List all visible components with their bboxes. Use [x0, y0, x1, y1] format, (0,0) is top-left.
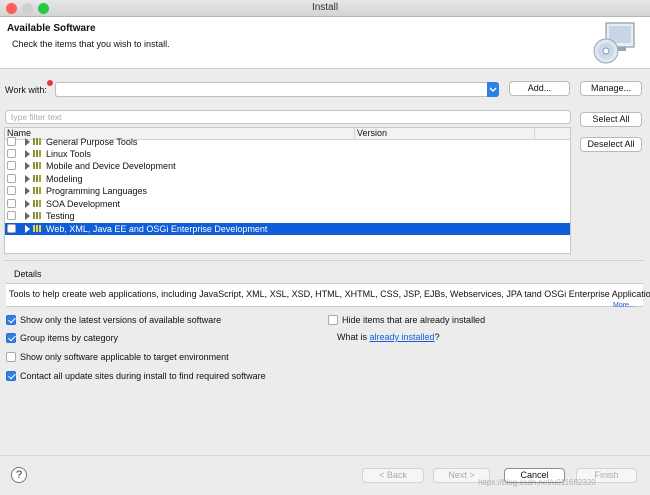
already-installed-line: What is already installed? [337, 332, 440, 342]
required-marker-icon [47, 80, 53, 86]
expand-arrow-icon[interactable] [25, 138, 30, 146]
category-icon [33, 138, 43, 145]
row-checkbox[interactable] [7, 186, 16, 195]
tree-row[interactable]: Modeling [5, 173, 570, 185]
hide-installed-label: Hide items that are already installed [342, 315, 486, 325]
expand-arrow-icon[interactable] [25, 162, 30, 170]
contact-sites-checkbox[interactable] [6, 371, 16, 381]
tree-row[interactable]: Linux Tools [5, 148, 570, 160]
already-installed-suffix: ? [434, 332, 440, 342]
category-icon [33, 175, 43, 182]
page-title: Available Software [7, 23, 96, 34]
chevron-down-icon[interactable] [487, 82, 499, 97]
hide-installed-checkbox[interactable] [328, 315, 338, 325]
row-checkbox[interactable] [7, 199, 16, 208]
row-checkbox[interactable] [7, 161, 16, 170]
group-by-category-label: Group items by category [20, 333, 119, 343]
manage-sites-button[interactable]: Manage... [580, 81, 642, 96]
add-site-button[interactable]: Add... [509, 81, 570, 96]
row-checkbox[interactable] [7, 149, 16, 158]
expand-arrow-icon[interactable] [25, 187, 30, 195]
tree-row[interactable]: SOA Development [5, 198, 570, 210]
row-label: Mobile and Device Development [46, 161, 176, 171]
row-checkbox[interactable] [7, 174, 16, 183]
wizard-header: Available Software Check the items that … [0, 17, 650, 69]
target-env-label: Show only software applicable to target … [20, 352, 229, 362]
category-icon [33, 187, 43, 194]
work-with-label: Work with: [5, 85, 47, 95]
row-checkbox[interactable] [7, 211, 16, 220]
category-icon [33, 225, 43, 232]
software-tree[interactable]: Name Version General Purpose Tools Linux… [4, 127, 571, 254]
row-label: SOA Development [46, 199, 121, 209]
window-title: Install [311, 2, 339, 13]
category-icon [33, 200, 43, 207]
select-all-button[interactable]: Select All [580, 112, 642, 127]
row-label: Programming Languages [46, 186, 148, 196]
title-bar: Install [0, 0, 650, 17]
back-button[interactable]: < Back [362, 468, 424, 483]
contact-sites-label: Contact all update sites during install … [20, 371, 266, 381]
watermark-text: https://blog.csdn.net/u011662320 [478, 478, 596, 487]
target-env-checkbox[interactable] [6, 352, 16, 362]
details-label: Details [14, 269, 42, 279]
tree-row-selected[interactable]: Web, XML, Java EE and OSGi Enterprise De… [5, 223, 570, 235]
install-cd-icon [593, 22, 635, 64]
tree-row[interactable]: Mobile and Device Development [5, 160, 570, 172]
expand-arrow-icon[interactable] [25, 212, 30, 220]
group-by-category-checkbox[interactable] [6, 333, 16, 343]
filter-input[interactable]: type filter text [5, 110, 571, 124]
details-text: Tools to help create web applications, i… [9, 289, 650, 299]
expand-arrow-icon[interactable] [25, 225, 30, 233]
help-icon[interactable]: ? [11, 467, 27, 483]
already-installed-prefix: What is [337, 332, 370, 342]
category-icon [33, 150, 43, 157]
expand-arrow-icon[interactable] [25, 175, 30, 183]
row-label: General Purpose Tools [46, 137, 138, 147]
page-subtitle: Check the items that you wish to install… [12, 39, 170, 49]
row-label: Linux Tools [46, 149, 91, 159]
expand-arrow-icon[interactable] [25, 200, 30, 208]
more-link[interactable]: More... [613, 302, 635, 309]
already-installed-link[interactable]: already installed [370, 332, 435, 342]
details-panel: Tools to help create web applications, i… [6, 283, 650, 309]
footer-divider [0, 455, 650, 456]
expand-arrow-icon[interactable] [25, 150, 30, 158]
tree-row[interactable]: Testing [5, 210, 570, 222]
tree-row[interactable]: General Purpose Tools [5, 136, 570, 148]
row-checkbox[interactable] [7, 224, 16, 233]
category-icon [33, 162, 43, 169]
row-checkbox[interactable] [7, 137, 16, 146]
latest-versions-checkbox[interactable] [6, 315, 16, 325]
row-label: Web, XML, Java EE and OSGi Enterprise De… [46, 224, 268, 234]
category-icon [33, 212, 43, 219]
row-label: Testing [46, 211, 75, 221]
work-with-combo[interactable] [55, 82, 499, 97]
latest-versions-label: Show only the latest versions of availab… [20, 315, 222, 325]
row-label: Modeling [46, 174, 83, 184]
deselect-all-button[interactable]: Deselect All [580, 137, 642, 152]
sash-divider[interactable] [4, 260, 644, 261]
tree-row[interactable]: Programming Languages [5, 185, 570, 197]
